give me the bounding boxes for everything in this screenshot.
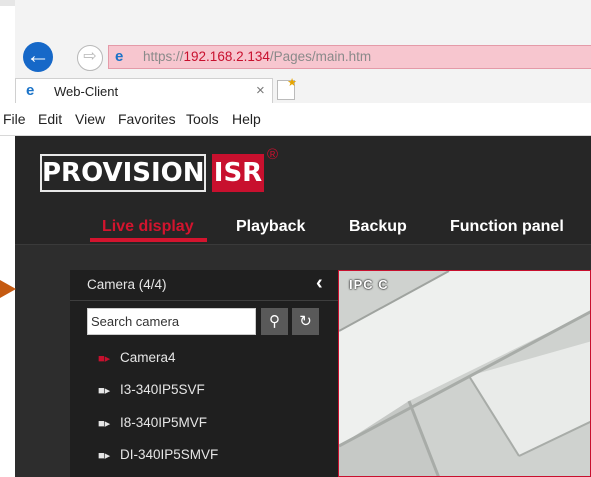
close-tab-icon[interactable]: ×: [256, 82, 265, 99]
app-header: PROVISION ISR ® Live display Playback Ba…: [15, 136, 591, 244]
camera-name: I8-340IP5MVF: [120, 415, 208, 430]
forward-button[interactable]: ⇨: [77, 45, 103, 71]
ie-icon: e: [26, 82, 35, 99]
search-button[interactable]: ⚲: [261, 308, 288, 335]
new-tab-button[interactable]: ★: [277, 77, 297, 100]
menu-help[interactable]: Help: [232, 111, 261, 127]
ie-icon: e: [115, 48, 124, 65]
url-text: https://192.168.2.134/Pages/main.htm: [143, 49, 372, 64]
menu-favorites[interactable]: Favorites: [118, 111, 176, 127]
chevron-left-icon[interactable]: ‹: [316, 272, 323, 295]
camera-icon: ■▸: [98, 418, 111, 430]
browser-tab[interactable]: e Web-Client ×: [15, 78, 273, 103]
provision-logo: PROVISION ISR ®: [40, 146, 278, 192]
search-camera-field[interactable]: [87, 308, 256, 335]
menu-view[interactable]: View: [75, 111, 105, 127]
active-nav-underline: [90, 238, 207, 242]
menu-bar: File Edit View Favorites Tools Help: [0, 103, 591, 136]
live-video-view[interactable]: IPC C: [338, 270, 591, 477]
menu-tools[interactable]: Tools: [186, 111, 219, 127]
web-client-app: PROVISION ISR ® Live display Playback Ba…: [15, 136, 591, 477]
camera-panel: Camera (4/4) ‹ ⚲ ↻ ■▸ Camera4 ■▸ I3-340IP5…: [70, 270, 339, 477]
camera-name: Camera4: [120, 350, 176, 365]
search-camera-input[interactable]: [88, 309, 254, 334]
refresh-button[interactable]: ↻: [292, 308, 319, 335]
camera-list-item[interactable]: ■▸ I3-340IP5SVF: [98, 382, 205, 397]
nav-backup[interactable]: Backup: [349, 218, 407, 236]
menu-file[interactable]: File: [3, 111, 26, 127]
camera-list-item[interactable]: ■▸ I8-340IP5MVF: [98, 415, 207, 430]
channel-badge: IPC C: [349, 277, 389, 292]
camera-icon: ■▸: [98, 385, 111, 397]
forward-arrow-icon: ⇨: [83, 48, 97, 65]
header-divider: [15, 244, 591, 245]
nav-live-display[interactable]: Live display: [102, 218, 194, 236]
address-bar[interactable]: e https://192.168.2.134/Pages/main.htm: [108, 45, 591, 69]
refresh-icon: ↻: [299, 313, 312, 330]
menu-edit[interactable]: Edit: [38, 111, 62, 127]
search-icon: ⚲: [269, 313, 280, 330]
camera-list-item[interactable]: ■▸ DI-340IP5SMVF: [98, 447, 218, 462]
camera-name: I3-340IP5SVF: [120, 382, 205, 397]
nav-function-panel[interactable]: Function panel: [450, 218, 564, 236]
new-tab-icon: ★: [287, 77, 297, 89]
nav-playback[interactable]: Playback: [236, 218, 305, 236]
camera-name: DI-340IP5SMVF: [120, 447, 219, 462]
back-button[interactable]: ←: [23, 42, 53, 72]
tab-title: Web-Client: [54, 84, 119, 99]
camera-offline-icon: ■▸: [98, 353, 111, 365]
camera-panel-header: Camera (4/4) ‹: [70, 270, 339, 301]
camera-list-item[interactable]: ■▸ Camera4: [98, 350, 176, 365]
camera-icon: ■▸: [98, 450, 111, 462]
callout-arrow-icon: [0, 280, 16, 298]
camera-count-title: Camera (4/4): [87, 277, 167, 292]
ceiling-image: [339, 271, 590, 476]
back-arrow-icon: ←: [26, 42, 50, 69]
